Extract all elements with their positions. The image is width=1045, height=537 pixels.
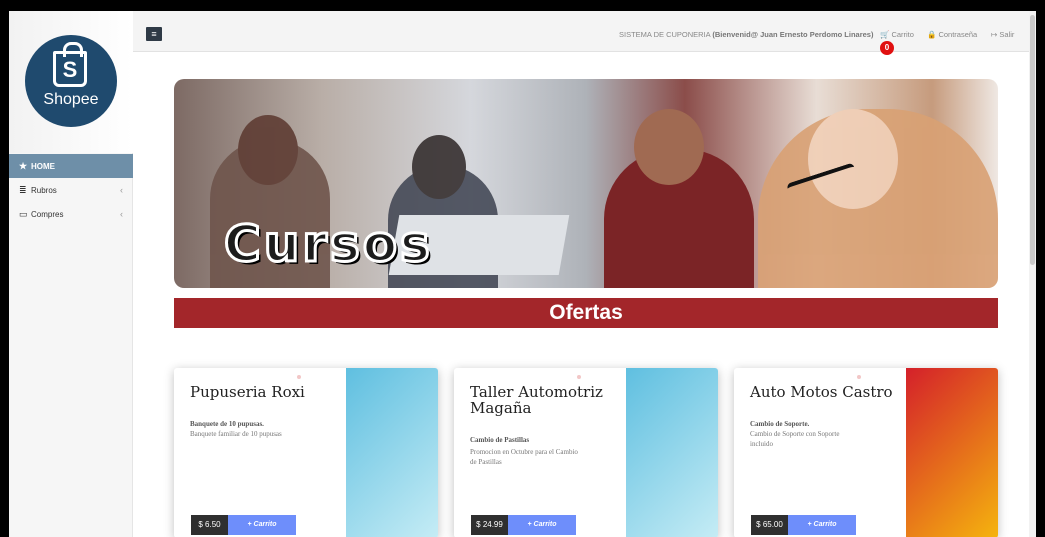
browser-page: S Shopee ★ HOME ≣ Rubros ‹ ▭ Compres ‹ ≡… [9,11,1036,537]
add-to-cart-button[interactable]: + Carrito [508,515,576,535]
cart-link[interactable]: 🛒 Carrito [880,30,914,39]
card-image [906,368,998,537]
menu-toggle-button[interactable]: ≡ [146,27,162,41]
card-price: $ 6.50 [191,515,228,535]
add-to-cart-button[interactable]: + Carrito [788,515,856,535]
card-decoration-dot [857,375,861,379]
sidebar-item-compres[interactable]: ▭ Compres ‹ [9,202,133,226]
brand-name: Shopee [43,91,99,108]
logout-icon: ↦ [991,30,998,39]
hero-banner: Cursos [174,79,998,288]
password-label: Contraseña [938,30,978,39]
offers-heading: Ofertas [174,298,998,328]
offer-card-automotos[interactable]: Auto Motos Castro Cambio de Soporte. Cam… [734,368,998,537]
logo-s-glyph: S [62,57,78,82]
cart-label: Carrito [891,30,914,39]
card-price: $ 24.99 [471,515,508,535]
card-description: Promocion en Octubre para el Cambio de P… [470,448,578,466]
hero-person [758,109,998,288]
shopping-bag-icon: S [53,42,87,87]
card-subtitle: Banquete de 10 pupusas. [190,420,264,428]
password-link[interactable]: 🔒 Contraseña [927,30,977,39]
sidebar-item-rubros[interactable]: ≣ Rubros ‹ [9,178,133,202]
top-navbar: ≡ SISTEMA DE CUPONERIA (Bienvenid@ Juan … [133,11,1036,55]
bars-icon: ≡ [151,29,157,39]
logo-area: S Shopee [9,11,133,153]
card-title: Auto Motos Castro [750,383,893,401]
shopee-logo[interactable]: S Shopee [25,35,117,127]
hero-person [604,109,754,288]
sidebar: S Shopee ★ HOME ≣ Rubros ‹ ▭ Compres ‹ [9,11,133,537]
card-subtitle: Cambio de Soporte. [750,420,810,428]
chevron-left-icon: ‹ [120,185,123,195]
scrollbar-thumb[interactable] [1030,15,1035,265]
chevron-left-icon: ‹ [120,209,123,219]
card-title: Pupuseria Roxi [190,383,305,401]
sidebar-item-label: Compres [31,209,64,219]
card-price: $ 65.00 [751,515,788,535]
cart-icon: 🛒 [880,30,890,39]
card-description: Cambio de Soporte con Soporte incluido [750,430,840,448]
offer-card-taller[interactable]: Taller Automotriz Magaña Cambio de Pasti… [454,368,718,537]
add-to-cart-button[interactable]: + Carrito [228,515,296,535]
logout-link[interactable]: ↦ Salir [991,30,1014,39]
hero-title: Cursos [223,214,433,275]
offer-card-pupuseria[interactable]: Pupuseria Roxi Banquete de 10 pupusas. B… [174,368,438,537]
vertical-scrollbar[interactable] [1029,11,1036,537]
star-icon: ★ [19,160,28,171]
system-name: SISTEMA DE CUPONERIA [619,30,711,39]
list-icon: ≣ [19,184,27,195]
card-subtitle: Cambio de Pastillas [470,436,530,444]
sidebar-item-home[interactable]: ★ HOME [9,154,133,178]
sidebar-item-label: HOME [31,161,55,171]
card-image [626,368,718,537]
sidebar-item-label: Rubros [31,185,57,195]
card-decoration-dot [577,375,581,379]
welcome-user: (Bienvenid@ Juan Ernesto Perdomo Linares… [712,30,874,39]
card-title: Taller Automotriz Magaña [470,383,603,417]
system-title: SISTEMA DE CUPONERIA (Bienvenid@ Juan Er… [619,30,873,39]
logout-label: Salir [999,30,1015,39]
card-description: Banquete familiar de 10 pupusas [190,430,282,438]
cart-count-badge: 0 [880,41,894,55]
card-image [346,368,438,537]
card-icon: ▭ [19,208,28,219]
card-decoration-dot [297,375,301,379]
lock-icon: 🔒 [927,30,937,39]
